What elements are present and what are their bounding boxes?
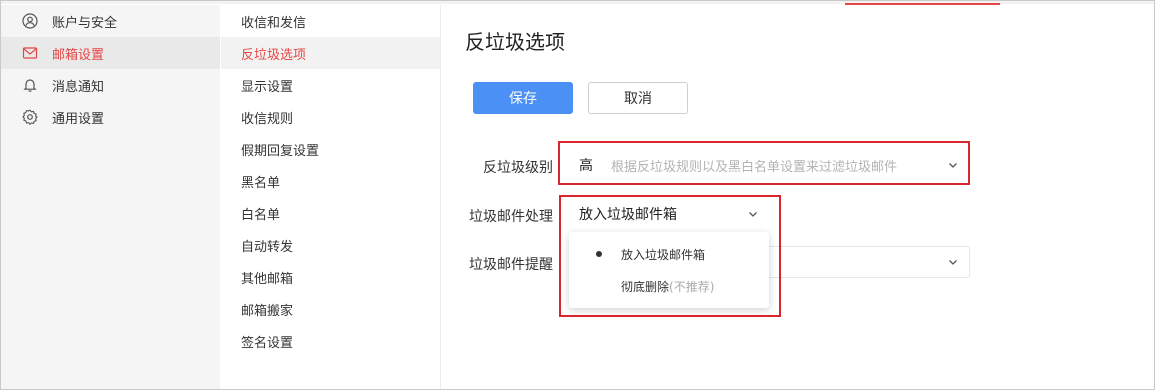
spam-reminder-select[interactable] xyxy=(760,246,970,278)
spam-level-value: 高 xyxy=(579,158,593,174)
subnav-item-rules[interactable]: 收信规则 xyxy=(221,101,440,133)
subnav-item-blacklist[interactable]: 黑名单 xyxy=(221,165,440,197)
active-tab-indicator xyxy=(845,3,1000,5)
cancel-button[interactable]: 取消 xyxy=(588,82,688,114)
spam-handling-label: 垃圾邮件处理 xyxy=(469,209,553,225)
subnav-item-signature[interactable]: 签名设置 xyxy=(221,325,440,357)
spam-handling-select[interactable]: 放入垃圾邮件箱 xyxy=(570,199,770,229)
subnav-item-display[interactable]: 显示设置 xyxy=(221,69,440,101)
subnav-item-other-mailbox[interactable]: 其他邮箱 xyxy=(221,261,440,293)
spam-reminder-label: 垃圾邮件提醒 xyxy=(469,257,553,273)
chevron-down-icon xyxy=(947,256,959,268)
chevron-down-icon xyxy=(747,208,759,220)
subnav-item-label: 假期回复设置 xyxy=(241,143,320,159)
spam-level-hint: 根据反垃圾规则以及黑白名单设置来过滤垃圾邮件 xyxy=(611,159,898,175)
dropdown-option-delete-permanently[interactable]: 彻底删除 (不推荐) xyxy=(569,271,769,301)
sidebar-item-label: 通用设置 xyxy=(52,111,105,127)
page-title: 反垃圾选项 xyxy=(465,30,565,54)
sidebar-item-notifications[interactable]: 消息通知 xyxy=(1,69,220,101)
chevron-down-icon xyxy=(947,159,959,171)
subnav-item-label: 邮箱搬家 xyxy=(241,303,294,319)
account-icon xyxy=(22,13,38,29)
mail-icon xyxy=(22,45,38,61)
selected-dot-icon xyxy=(596,251,602,257)
sidebar-item-label: 邮箱设置 xyxy=(52,47,105,63)
subnav-item-whitelist[interactable]: 白名单 xyxy=(221,197,440,229)
sidebar: 账户与安全 邮箱设置 消息通知 通用设置 xyxy=(1,5,220,389)
settings-subnav: 收信和发信 反垃圾选项 显示设置 收信规则 假期回复设置 黑名单 白名单 自动转… xyxy=(221,5,441,389)
option-note: (不推荐) xyxy=(669,279,715,294)
subnav-item-label: 收信和发信 xyxy=(241,15,307,31)
sidebar-item-label: 消息通知 xyxy=(52,79,105,95)
subnav-item-label: 反垃圾选项 xyxy=(241,47,307,63)
spam-level-label: 反垃圾级别 xyxy=(483,160,553,176)
bell-icon xyxy=(22,77,38,93)
save-button[interactable]: 保存 xyxy=(473,82,573,114)
spam-handling-dropdown: 放入垃圾邮件箱 彻底删除 (不推荐) xyxy=(569,232,769,308)
sidebar-item-mail-settings[interactable]: 邮箱设置 xyxy=(1,37,220,69)
subnav-item-label: 自动转发 xyxy=(241,239,294,255)
subnav-item-label: 白名单 xyxy=(241,207,281,223)
sidebar-item-general-settings[interactable]: 通用设置 xyxy=(1,101,220,133)
subnav-item-label: 显示设置 xyxy=(241,79,294,95)
sidebar-item-label: 账户与安全 xyxy=(52,15,118,31)
subnav-item-label: 黑名单 xyxy=(241,175,281,191)
option-label: 彻底删除 xyxy=(621,279,670,294)
subnav-item-vacation-reply[interactable]: 假期回复设置 xyxy=(221,133,440,165)
gear-icon xyxy=(22,109,38,125)
subnav-item-auto-forward[interactable]: 自动转发 xyxy=(221,229,440,261)
subnav-item-label: 收信规则 xyxy=(241,111,294,127)
subnav-item-send-receive[interactable]: 收信和发信 xyxy=(221,5,440,37)
subnav-item-label: 签名设置 xyxy=(241,335,294,351)
subnav-item-label: 其他邮箱 xyxy=(241,271,294,287)
spam-handling-value: 放入垃圾邮件箱 xyxy=(579,207,677,223)
subnav-item-antispam[interactable]: 反垃圾选项 xyxy=(221,37,440,69)
sidebar-item-account-security[interactable]: 账户与安全 xyxy=(1,5,220,37)
spam-level-select[interactable]: 高 根据反垃圾规则以及黑白名单设置来过滤垃圾邮件 xyxy=(568,147,966,183)
dropdown-option-move-to-spam[interactable]: 放入垃圾邮件箱 xyxy=(569,239,769,269)
subnav-item-mailbox-move[interactable]: 邮箱搬家 xyxy=(221,293,440,325)
option-label: 放入垃圾邮件箱 xyxy=(621,247,706,262)
